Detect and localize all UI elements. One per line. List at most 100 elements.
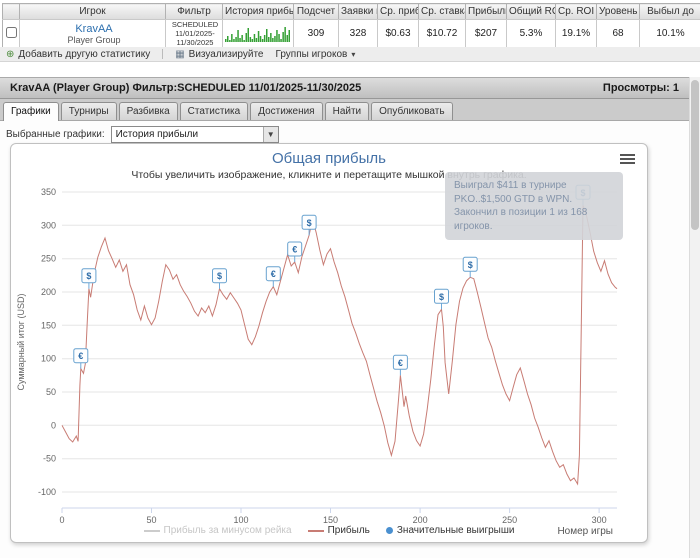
avg-roi-value: 19.1% [555, 19, 597, 48]
panel-header: KravAA (Player Group) Фильтр:SCHEDULED 1… [0, 77, 689, 99]
filter-line: 11/01/2025- [175, 29, 215, 38]
x-axis-title: Номер игры [557, 526, 613, 537]
panel-title: KravAA (Player Group) Фильтр:SCHEDULED 1… [10, 82, 362, 94]
charts-tab-content: Выбранные графики: История прибыли ▼ Общ… [0, 121, 689, 558]
svg-text:350: 350 [41, 187, 56, 197]
select-all-cell [2, 3, 20, 20]
svg-text:€: € [398, 358, 403, 368]
total-roi-value: 5.3% [506, 19, 556, 48]
header-filter[interactable]: Фильтр [165, 3, 223, 20]
table-row: KravAA Player Group SCHEDULED 11/01/2025… [2, 19, 700, 48]
player-group-label: Player Group [67, 34, 121, 45]
hamburger-icon [620, 158, 635, 160]
svg-text:50: 50 [146, 515, 156, 524]
header-avg-roi[interactable]: Ср. ROI [555, 3, 597, 20]
chart-legend: Прибыль за минусом рейка Прибыль Значите… [11, 525, 647, 536]
tab-achievements[interactable]: Достижения [250, 102, 323, 120]
tab-tournaments[interactable]: Турниры [60, 102, 117, 120]
legend-label-profit: Прибыль [327, 525, 370, 536]
svg-text:$: $ [439, 292, 444, 302]
svg-text:300: 300 [592, 515, 607, 524]
header-busted[interactable]: Выбыл до [639, 3, 700, 20]
stats-toolbar: ⊕ Добавить другую статистику ▦ Визуализи… [0, 47, 700, 62]
header-count[interactable]: Подсчет [293, 3, 339, 20]
header-total-roi[interactable]: Общий ROI [506, 3, 556, 20]
svg-text:Суммарный итог (USD): Суммарный итог (USD) [16, 293, 26, 390]
header-profit-history[interactable]: История прибыл [222, 3, 294, 20]
chart-type-select[interactable]: История прибыли ▼ [110, 126, 279, 143]
tab-breakdown[interactable]: Разбивка [118, 102, 178, 120]
filter-line: 11/30/2025 [176, 38, 214, 47]
chart-tooltip: Выиграл $411 в турнире PKO..$1,500 GTD в… [445, 172, 623, 240]
legend-swatch-big-wins [385, 527, 393, 534]
avg-profit-value: $0.63 [377, 19, 419, 48]
header-profit[interactable]: Прибыль [465, 3, 507, 20]
poker-stats-page: Игрок Фильтр История прибыл Подсчет Заяв… [0, 0, 700, 558]
avg-stake-value: $10.72 [418, 19, 466, 48]
visualize-icon: ▦ [175, 48, 185, 60]
chart-title: Общая прибыль [271, 150, 387, 167]
visualize-button[interactable]: ▦ Визуализируйте [175, 49, 263, 60]
legend-item-profit[interactable]: Прибыль [307, 525, 370, 536]
hamburger-icon [620, 162, 635, 164]
player-groups-button[interactable]: Группы игроков ▾ [276, 49, 356, 60]
row-checkbox[interactable] [5, 26, 17, 38]
tab-charts[interactable]: Графики [3, 102, 59, 121]
svg-text:$: $ [86, 271, 91, 281]
svg-text:€: € [271, 269, 276, 279]
svg-text:€: € [78, 351, 83, 361]
tab-statistics[interactable]: Статистика [179, 102, 249, 120]
count-value: 309 [293, 19, 339, 48]
player-name-link[interactable]: KravAA [23, 23, 165, 35]
svg-text:150: 150 [41, 320, 56, 330]
stats-table-header-row: Игрок Фильтр История прибыл Подсчет Заяв… [2, 3, 700, 20]
legend-label-net: Прибыль за минусом рейка [163, 525, 292, 536]
svg-text:$: $ [468, 260, 473, 270]
visualize-label: Визуализируйте [188, 48, 264, 60]
svg-text:€: € [292, 245, 297, 255]
profit-history-sparkline[interactable] [225, 25, 291, 43]
entries-value: 328 [338, 19, 378, 48]
svg-text:-100: -100 [38, 487, 56, 497]
player-cell: KravAA Player Group [19, 19, 166, 48]
tab-publish[interactable]: Опубликовать [371, 102, 453, 120]
selected-charts-label: Выбранные графики: [6, 129, 105, 140]
chart-menu-button[interactable] [620, 154, 635, 166]
svg-text:200: 200 [413, 515, 428, 524]
header-player[interactable]: Игрок [19, 3, 166, 20]
svg-text:$: $ [217, 271, 222, 281]
add-statistic-button[interactable]: ⊕ Добавить другую статистику [6, 49, 150, 60]
select-caret-icon: ▼ [262, 127, 278, 142]
header-avg-stake[interactable]: Ср. ставка [418, 3, 466, 20]
legend-swatch-net [143, 529, 160, 532]
tab-find[interactable]: Найти [324, 102, 370, 120]
svg-text:300: 300 [41, 220, 56, 230]
header-entries[interactable]: Заявки н [338, 3, 378, 20]
svg-text:0: 0 [51, 420, 56, 430]
chart-type-select-value: История прибыли [115, 129, 199, 140]
player-stats-table: Игрок Фильтр История прибыл Подсчет Заяв… [2, 3, 700, 48]
chart-controls: Выбранные графики: История прибыли ▼ [0, 121, 689, 143]
scrollbar-thumb[interactable] [691, 80, 699, 230]
svg-text:200: 200 [41, 287, 56, 297]
svg-text:250: 250 [41, 254, 56, 264]
level-value: 68 [596, 19, 640, 48]
vertical-scrollbar[interactable] [689, 77, 700, 558]
legend-item-big-wins[interactable]: Значительные выигрыши [385, 525, 515, 536]
hamburger-icon [620, 154, 635, 156]
sparkline-cell [222, 19, 294, 48]
legend-label-big-wins: Значительные выигрыши [396, 525, 515, 536]
header-avg-profit[interactable]: Ср. приб [377, 3, 419, 20]
row-checkbox-cell [2, 19, 20, 48]
toolbar-divider [162, 49, 164, 59]
svg-text:100: 100 [41, 354, 56, 364]
legend-item-net-profit[interactable]: Прибыль за минусом рейка [143, 525, 292, 536]
svg-text:250: 250 [502, 515, 517, 524]
svg-text:$: $ [307, 218, 312, 228]
chevron-down-icon: ▾ [351, 49, 356, 59]
add-statistic-label: Добавить другую статистику [18, 48, 151, 60]
filter-line: SCHEDULED [171, 20, 219, 29]
busted-value: 10.1% [639, 19, 700, 48]
header-level[interactable]: Уровень [596, 3, 640, 20]
player-groups-label: Группы игроков [275, 48, 348, 60]
